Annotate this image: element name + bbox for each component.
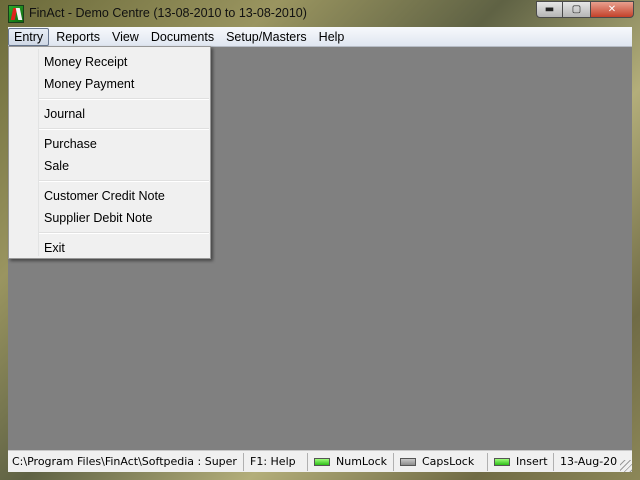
menu-separator bbox=[39, 180, 209, 182]
status-path: C:\Program Files\FinAct\Softpedia : Supe… bbox=[8, 452, 244, 471]
menu-help[interactable]: Help bbox=[314, 28, 350, 46]
menu-bar: Entry Reports View Documents Setup/Maste… bbox=[8, 27, 632, 47]
menu-item-sale[interactable]: Sale bbox=[11, 155, 208, 177]
status-path-text: C:\Program Files\FinAct\Softpedia : Supe… bbox=[12, 454, 237, 468]
app-window: FinAct - Demo Centre (13-08-2010 to 13-0… bbox=[0, 0, 640, 480]
insert-indicator-icon bbox=[494, 457, 510, 466]
close-button[interactable]: ✕ bbox=[590, 1, 634, 18]
menu-view[interactable]: View bbox=[107, 28, 144, 46]
status-insert-text: Insert bbox=[516, 454, 548, 468]
finact-app-icon[interactable] bbox=[8, 5, 24, 23]
title-bar[interactable]: FinAct - Demo Centre (13-08-2010 to 13-0… bbox=[0, 0, 640, 27]
status-bar: C:\Program Files\FinAct\Softpedia : Supe… bbox=[8, 450, 632, 472]
menu-item-money-receipt[interactable]: Money Receipt bbox=[11, 51, 208, 73]
menu-separator bbox=[39, 128, 209, 130]
resize-grip-icon[interactable] bbox=[620, 460, 632, 472]
entry-dropdown-menu: Money Receipt Money Payment Journal Purc… bbox=[8, 46, 211, 259]
close-icon: ✕ bbox=[607, 4, 617, 15]
menu-entry[interactable]: Entry bbox=[8, 27, 50, 46]
minimize-button[interactable]: ▬ bbox=[536, 1, 563, 18]
menu-item-journal[interactable]: Journal bbox=[11, 103, 208, 125]
window-title: FinAct - Demo Centre (13-08-2010 to 13-0… bbox=[29, 6, 307, 20]
menu-setup-masters[interactable]: Setup/Masters bbox=[221, 28, 312, 46]
status-insert: Insert bbox=[488, 452, 554, 471]
status-help: F1: Help bbox=[244, 452, 308, 471]
numlock-indicator-icon bbox=[314, 457, 330, 466]
status-numlock: NumLock bbox=[308, 452, 394, 471]
menu-reports[interactable]: Reports bbox=[51, 28, 105, 46]
menu-documents[interactable]: Documents bbox=[146, 28, 219, 46]
status-date-text: 13-Aug-20 bbox=[560, 454, 618, 468]
menu-item-purchase[interactable]: Purchase bbox=[11, 133, 208, 155]
menu-separator bbox=[39, 232, 209, 234]
menu-item-supplier-debit-note[interactable]: Supplier Debit Note bbox=[11, 207, 208, 229]
maximize-icon: ▢ bbox=[571, 4, 582, 15]
caption-buttons: ▬ ▢ ✕ bbox=[536, 1, 634, 18]
status-capslock-text: CapsLock bbox=[422, 454, 475, 468]
menu-separator bbox=[39, 98, 209, 100]
status-help-text: F1: Help bbox=[250, 454, 296, 468]
status-numlock-text: NumLock bbox=[336, 454, 387, 468]
minimize-icon: ▬ bbox=[544, 4, 555, 15]
maximize-button[interactable]: ▢ bbox=[563, 1, 590, 18]
status-capslock: CapsLock bbox=[394, 452, 488, 471]
capslock-indicator-icon bbox=[400, 457, 416, 466]
menu-item-exit[interactable]: Exit bbox=[11, 237, 208, 259]
menu-item-money-payment[interactable]: Money Payment bbox=[11, 73, 208, 95]
menu-item-customer-credit-note[interactable]: Customer Credit Note bbox=[11, 185, 208, 207]
